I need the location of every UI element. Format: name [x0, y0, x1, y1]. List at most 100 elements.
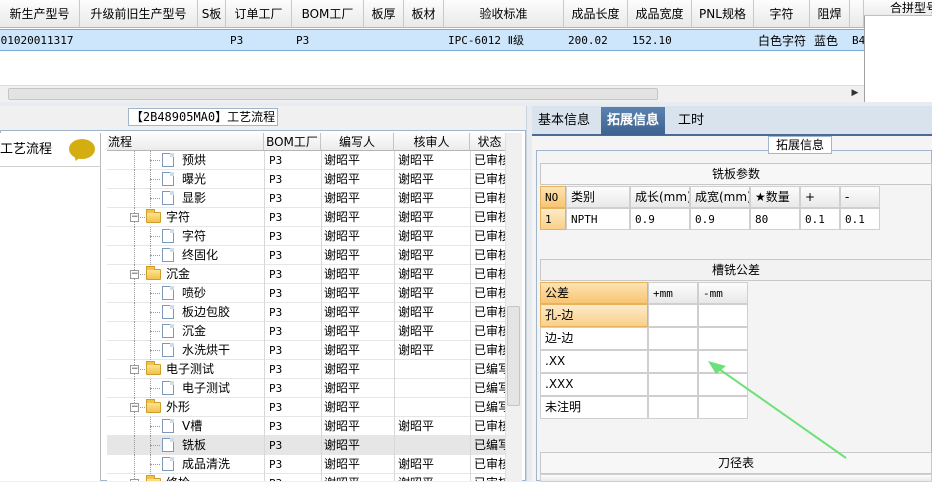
col-header-reviewer[interactable]: 核审人 — [394, 133, 470, 151]
workflow-row[interactable]: 沉金 P3 谢昭平 谢昭平 已审核 — [107, 322, 505, 341]
workflow-row[interactable]: − 外形 P3 谢昭平 已编写 — [107, 398, 505, 417]
col-header-legend[interactable]: 字符 — [754, 0, 810, 28]
col-header-order-factory[interactable]: 订单工厂 — [226, 0, 292, 28]
mill-cell-type[interactable]: NPTH — [566, 208, 630, 230]
process-status: 已审核 — [474, 343, 505, 357]
col-divider — [394, 417, 395, 436]
mill-cell-no[interactable]: 1 — [540, 208, 566, 230]
collapse-icon[interactable]: − — [130, 213, 139, 222]
mill-cell-width[interactable]: 0.9 — [690, 208, 750, 230]
workflow-row[interactable]: − 沉金 P3 谢昭平 谢昭平 已审核 — [107, 265, 505, 284]
workflow-title: 【2B48905MA0】工艺流程 — [128, 108, 278, 126]
process-name: 字符 — [166, 210, 191, 224]
vertical-scroll-thumb[interactable] — [507, 306, 520, 406]
workflow-row[interactable]: 铣板 P3 谢昭平 已编写 — [107, 436, 505, 455]
col-divider — [264, 360, 265, 379]
collapse-icon[interactable]: − — [130, 403, 139, 412]
tab-extended-info[interactable]: 拓展信息 — [601, 107, 666, 135]
col-divider — [394, 265, 395, 284]
col-header-pnl[interactable]: PNL规格 — [692, 0, 754, 28]
workflow-row[interactable]: 字符 P3 谢昭平 谢昭平 已审核 — [107, 227, 505, 246]
col-header-bom-factory[interactable]: BOM工厂 — [292, 0, 364, 28]
col-header-width[interactable]: 成品宽度 — [628, 0, 692, 28]
col-header-length[interactable]: 成品长度 — [564, 0, 628, 28]
tolerance-cell-plus[interactable] — [648, 396, 698, 419]
process-name: 水洗烘干 — [182, 343, 231, 357]
tree-line — [134, 151, 135, 170]
tolerance-row-label: 未注明 — [540, 396, 648, 419]
workflow-row[interactable]: 板边包胶 P3 谢昭平 谢昭平 已审核 — [107, 303, 505, 322]
col-header-more[interactable] — [850, 0, 864, 28]
tree-line — [150, 426, 160, 427]
table-row-selected[interactable] — [0, 29, 864, 51]
process-reviewer — [398, 379, 470, 398]
workflow-row[interactable]: 曝光 P3 谢昭平 谢昭平 已审核 — [107, 170, 505, 189]
workflow-row[interactable]: 预烘 P3 谢昭平 谢昭平 已审核 — [107, 151, 505, 170]
mill-header-qty: ★数量 — [750, 186, 800, 208]
col-header-new-model[interactable]: 新生产型号 — [0, 0, 80, 28]
mill-header-plus: + — [800, 186, 840, 208]
col-header-bom[interactable]: BOM工厂 — [264, 133, 321, 151]
tolerance-cell-plus[interactable] — [648, 327, 698, 350]
col-header-process[interactable]: 流程 — [107, 133, 264, 151]
process-name: 曝光 — [182, 172, 207, 186]
tab-basic-info[interactable]: 基本信息 — [532, 107, 596, 135]
col-header-s-board[interactable]: S板 — [198, 0, 226, 28]
workflow-row[interactable]: V槽 P3 谢昭平 谢昭平 已审核 — [107, 417, 505, 436]
workflow-row[interactable]: −终检P3谢昭平谢昭平已审核 — [107, 474, 505, 481]
workflow-row[interactable]: 终固化 P3 谢昭平 谢昭平 已审核 — [107, 246, 505, 265]
process-status: 已审核 — [474, 191, 505, 205]
tolerance-cell-plus[interactable] — [648, 304, 698, 327]
col-divider — [321, 417, 322, 436]
workflow-row[interactable]: − 电子测试 P3 谢昭平 已编写 — [107, 360, 505, 379]
document-icon — [162, 172, 174, 186]
collapse-icon[interactable]: − — [130, 365, 139, 374]
workflow-row[interactable]: − 字符 P3 谢昭平 谢昭平 已审核 — [107, 208, 505, 227]
tolerance-cell-minus[interactable] — [698, 396, 748, 419]
process-reviewer — [398, 398, 470, 417]
document-icon — [162, 419, 174, 433]
tolerance-cell-minus[interactable] — [698, 327, 748, 350]
scroll-right-icon[interactable]: ▶ — [848, 86, 862, 100]
process-bom: P3 — [269, 249, 283, 262]
collapse-icon[interactable]: − — [130, 270, 139, 279]
workflow-row[interactable]: 水洗烘干 P3 谢昭平 谢昭平 已审核 — [107, 341, 505, 360]
horizontal-scroll-thumb[interactable] — [8, 88, 658, 100]
col-divider — [470, 170, 471, 189]
col-header-soldermask[interactable]: 阻焊 — [810, 0, 850, 28]
process-reviewer: 谢昭平 — [398, 324, 435, 338]
mill-cell-qty[interactable]: 80 — [750, 208, 800, 230]
workflow-row[interactable]: 喷砂 P3 谢昭平 谢昭平 已审核 — [107, 284, 505, 303]
tolerance-cell-plus[interactable] — [648, 373, 698, 396]
col-header-acceptance[interactable]: 验收标准 — [444, 0, 564, 28]
col-header-material[interactable]: 板材 — [404, 0, 444, 28]
mill-cell-minus[interactable]: 0.1 — [840, 208, 880, 230]
tree-line — [150, 255, 160, 256]
workflow-row[interactable]: 电子测试 P3 谢昭平 已编写 — [107, 379, 505, 398]
process-status: 已审核 — [474, 210, 505, 224]
col-header-writer[interactable]: 编写人 — [321, 133, 394, 151]
col-header-thickness[interactable]: 板厚 — [364, 0, 404, 28]
tolerance-cell-plus[interactable] — [648, 350, 698, 373]
workflow-row[interactable]: 显影 P3 谢昭平 谢昭平 已审核 — [107, 189, 505, 208]
col-divider — [470, 284, 471, 303]
col-divider — [321, 322, 322, 341]
process-reviewer: 谢昭平 — [398, 474, 470, 481]
process-reviewer: 谢昭平 — [398, 248, 435, 262]
tree-line — [150, 236, 160, 237]
tab-work-hours[interactable]: 工时 — [672, 107, 710, 135]
mill-cell-length[interactable]: 0.9 — [630, 208, 690, 230]
col-divider — [321, 208, 322, 227]
tolerance-cell-minus[interactable] — [698, 304, 748, 327]
process-reviewer: 谢昭平 — [398, 457, 435, 471]
tolerance-cell-minus[interactable] — [698, 373, 748, 396]
col-header-status[interactable]: 状态 — [470, 133, 505, 151]
col-header-old-model[interactable]: 升级前旧生产型号 — [80, 0, 198, 28]
cell-new-model: 0010200113174 — [0, 34, 74, 47]
workflow-row[interactable]: 成品清洗 P3 谢昭平 谢昭平 已审核 — [107, 455, 505, 474]
mill-cell-plus[interactable]: 0.1 — [800, 208, 840, 230]
tolerance-cell-minus[interactable] — [698, 350, 748, 373]
process-name: 终检 — [166, 474, 264, 481]
col-divider — [321, 284, 322, 303]
cell-more: B4 — [852, 34, 864, 47]
